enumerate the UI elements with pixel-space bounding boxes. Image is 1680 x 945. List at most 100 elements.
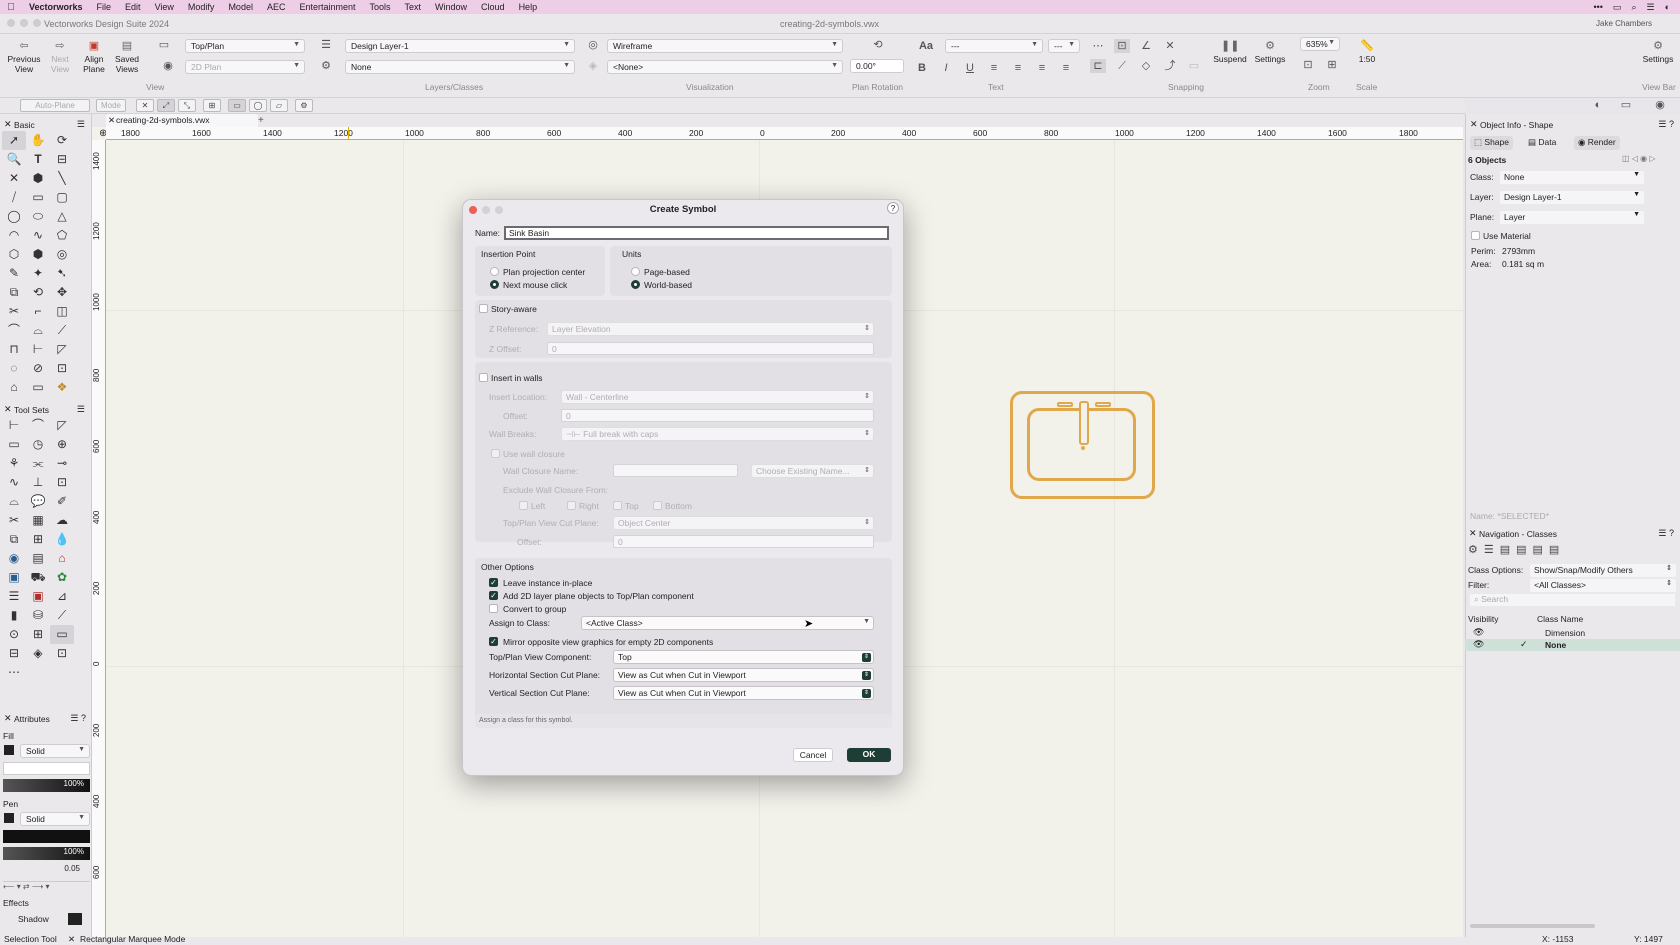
symbol-tool-icon[interactable]: ❖	[50, 378, 74, 397]
clip-tool-icon[interactable]: ◫	[50, 302, 74, 321]
offset-tool-icon[interactable]: ➷	[50, 264, 74, 283]
story-aware-checkbox[interactable]	[479, 304, 488, 313]
wall-offset-input[interactable]: 0	[561, 409, 874, 422]
pan-tool-icon[interactable]: ✋	[26, 131, 50, 150]
stairs-icon[interactable]: ☰	[2, 587, 26, 606]
menu-aec[interactable]: AEC	[260, 2, 293, 12]
ok-button[interactable]: OK	[847, 748, 891, 762]
top-plan-component-select[interactable]: Top ⇕	[613, 650, 874, 664]
object-name-field[interactable]: Name: *SELECTED*	[1470, 511, 1549, 521]
bend-icon[interactable]: ⊸	[50, 454, 74, 473]
regular-polygon-tool-icon[interactable]: ⬢	[26, 245, 50, 264]
table-row[interactable]: 👁 ✓ None	[1465, 639, 1680, 651]
polyline-tool-icon[interactable]: ⬠	[50, 226, 74, 245]
move-tool-icon[interactable]: ✥	[50, 283, 74, 302]
speaker-icon[interactable]: ◈	[26, 644, 50, 663]
device-icon[interactable]: ⊡	[50, 473, 74, 492]
wave-icon[interactable]: ∿	[2, 473, 26, 492]
cut-plane-offset-input[interactable]: 0	[613, 535, 874, 548]
fill-color-swatch[interactable]	[4, 745, 14, 755]
document-tab[interactable]: ✕ creating-2d-symbols.vwx	[106, 114, 258, 127]
close-icon[interactable]: ✕	[4, 404, 12, 415]
mirror-graphics-checkbox[interactable]: ✓	[489, 637, 498, 646]
freehand-tool-icon[interactable]: ∿	[26, 226, 50, 245]
class-options-select[interactable]: Show/Snap/Modify Others ⇕	[1530, 564, 1676, 577]
class-select[interactable]: None ▼	[345, 60, 575, 74]
zoom-window-button[interactable]	[33, 19, 41, 27]
page-based-radio[interactable]	[631, 267, 640, 276]
close-icon[interactable]: ✕	[4, 119, 12, 130]
plan-projection-center-radio[interactable]	[490, 267, 499, 276]
window-icon[interactable]: ⊞	[26, 625, 50, 644]
eyedropper-tool-icon[interactable]: ✎	[2, 264, 26, 283]
cut-plane-select[interactable]: Object Center ⇕	[613, 516, 874, 530]
stake-tool-icon[interactable]: ⊡	[50, 359, 74, 378]
snapping-settings-button[interactable]: ⚙ Settings	[1250, 40, 1290, 64]
pen-opacity-slider[interactable]: 100%	[3, 847, 90, 860]
close-icon[interactable]: ✕	[1470, 119, 1478, 130]
align-right-icon[interactable]: ≡	[1034, 61, 1050, 75]
camera-icon[interactable]: ⊙	[2, 625, 26, 644]
tab-render[interactable]: ◉ Render	[1574, 136, 1620, 150]
text-tool-icon[interactable]: T	[26, 150, 50, 169]
select-lasso-icon[interactable]: ◯	[249, 99, 267, 112]
symbol-name-input[interactable]	[504, 226, 889, 240]
tab-data[interactable]: ▤ Data	[1524, 136, 1560, 150]
leave-instance-checkbox[interactable]: ✓	[489, 578, 498, 587]
insert-location-select[interactable]: Wall - Centerline ⇕	[561, 390, 874, 404]
plane-select[interactable]: Layer ▼	[1500, 211, 1644, 224]
building-icon[interactable]: ⌂	[50, 549, 74, 568]
menu-view[interactable]: View	[148, 2, 181, 12]
cylinder-icon[interactable]: ▭	[2, 435, 26, 454]
locus-tool-icon[interactable]: ⊘	[26, 359, 50, 378]
mode-button[interactable]: Mode	[96, 99, 126, 112]
mirror-tool-icon[interactable]: ⧉	[2, 283, 26, 302]
vehicle-icon[interactable]: ⛟	[26, 568, 50, 587]
truss-icon[interactable]: ⊿	[50, 587, 74, 606]
exclude-right-checkbox[interactable]	[567, 501, 576, 510]
snap-tangent-icon[interactable]: ⟋	[1114, 59, 1130, 73]
pen-style-select[interactable]: Solid ▼	[20, 812, 90, 826]
double-line-tool-icon[interactable]: ⧸	[2, 188, 26, 207]
more-icon[interactable]: •••	[1593, 2, 1602, 13]
palette-menu-icon[interactable]: ☰	[77, 119, 85, 130]
battery-icon[interactable]: ▭	[1613, 2, 1622, 13]
insert-in-walls-checkbox[interactable]	[479, 373, 488, 382]
snap-surface-icon[interactable]: ▭	[1186, 59, 1202, 73]
fill-style-select[interactable]: Solid ▼	[20, 744, 90, 758]
convert-to-group-checkbox[interactable]	[489, 604, 498, 613]
snap-distance-icon[interactable]: ⊏	[1090, 59, 1106, 73]
cart-icon[interactable]: ⊟	[2, 644, 26, 663]
pen-color-swatch[interactable]	[4, 813, 14, 823]
class-name-column-header[interactable]: Class Name	[1537, 614, 1583, 624]
line-tool-icon[interactable]: ╲	[50, 169, 74, 188]
ramp-icon[interactable]: ⟋	[50, 606, 74, 625]
hide-icon[interactable]: ◐	[1590, 98, 1606, 112]
rectangular-marquee-icon[interactable]: ⤢	[157, 99, 175, 112]
new-tab-icon[interactable]: +	[258, 115, 264, 126]
font-size-select[interactable]: --- ▼	[1048, 39, 1080, 53]
bevel-tool-icon[interactable]: ⊓	[2, 340, 26, 359]
align-plane-button[interactable]: ▣ Align Plane	[80, 40, 108, 74]
layer-select[interactable]: Design Layer-1 ▼	[345, 39, 575, 53]
drop-icon[interactable]: 💧	[50, 530, 74, 549]
palette-menu-icon[interactable]: ☰ ?	[1658, 119, 1674, 130]
cancel-button[interactable]: Cancel	[793, 748, 833, 762]
visibility-column-header[interactable]: Visibility	[1468, 614, 1499, 624]
curve-icon[interactable]: ⌒	[26, 416, 50, 435]
rectangle-tool-icon[interactable]: ▭	[26, 188, 50, 207]
auto-plane-button[interactable]: Auto-Plane	[20, 99, 90, 112]
choose-existing-name-select[interactable]: Choose Existing Name... ⇕	[751, 464, 874, 478]
palette-menu-icon[interactable]: ☰ ?	[1658, 528, 1674, 539]
furniture-icon[interactable]: ⧉	[2, 530, 26, 549]
scissor-icon[interactable]: ✂	[2, 511, 26, 530]
text-format-icon[interactable]: Aa	[914, 39, 938, 53]
door-icon[interactable]: ▮	[2, 606, 26, 625]
tape-measure-tool-icon[interactable]: ⊢	[26, 340, 50, 359]
dims-notes-icon[interactable]: ⊢	[2, 416, 26, 435]
globe-icon[interactable]: ◉	[2, 549, 26, 568]
justify-icon[interactable]: ≡	[1058, 61, 1074, 75]
connect-tool-icon[interactable]: ⌐	[26, 302, 50, 321]
close-window-button[interactable]	[7, 19, 15, 27]
menu-model[interactable]: Model	[221, 2, 260, 12]
